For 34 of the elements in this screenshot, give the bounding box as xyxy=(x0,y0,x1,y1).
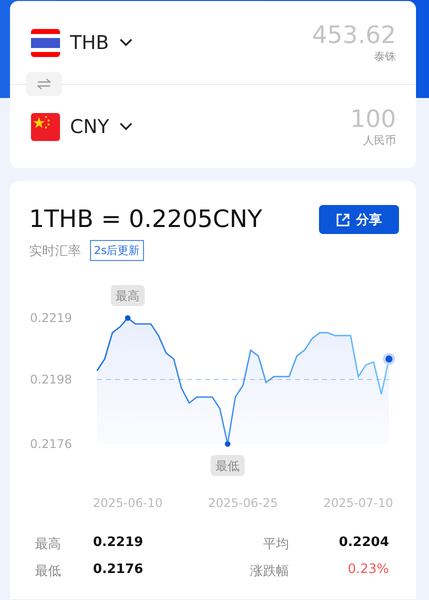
axis-label: 0.2198 xyxy=(30,372,72,387)
swap-button[interactable] xyxy=(26,72,62,96)
currency-name: 泰铢 xyxy=(374,49,396,64)
stat-value: 0.23% xyxy=(346,562,389,579)
swap-icon xyxy=(37,78,51,90)
currency-code[interactable]: THB xyxy=(70,32,109,54)
exchange-rate-title: 1THB = 0.2205CNY xyxy=(29,205,262,233)
stat-label: 最高 xyxy=(35,536,62,553)
axis-label: 2025-06-25 xyxy=(208,496,278,510)
stat-value: 0.2204 xyxy=(338,535,389,552)
rate-subtitle: 实时汇率 xyxy=(29,242,81,260)
axis-label: 0.2219 xyxy=(30,311,72,325)
stat-label: 平均 xyxy=(262,536,289,553)
currency-code[interactable]: CNY xyxy=(70,116,110,138)
share-icon xyxy=(336,212,350,226)
extreme-label: 最低 xyxy=(210,455,245,476)
refresh-badge: 2s后更新 xyxy=(90,240,144,261)
axis-label: 0.2176 xyxy=(30,437,72,451)
data-point xyxy=(124,315,131,321)
stat-value: 0.2176 xyxy=(93,562,144,579)
current-point xyxy=(383,353,395,366)
data-point xyxy=(224,441,230,447)
flag-icon xyxy=(31,112,60,140)
axis-label: 2025-06-10 xyxy=(92,496,163,510)
chevron-down-icon[interactable] xyxy=(119,122,134,131)
stat-label: 涨跌幅 xyxy=(249,563,289,580)
stat-value: 0.2219 xyxy=(93,535,144,552)
flag-icon xyxy=(31,28,60,56)
currency-name: 人民币 xyxy=(363,133,396,148)
axis-label: 2025-07-10 xyxy=(323,496,394,510)
extreme-label: 最高 xyxy=(110,285,145,306)
stat-label: 最低 xyxy=(35,563,62,580)
share-button[interactable]: 分享 xyxy=(319,205,399,234)
chevron-down-icon[interactable] xyxy=(118,38,133,47)
